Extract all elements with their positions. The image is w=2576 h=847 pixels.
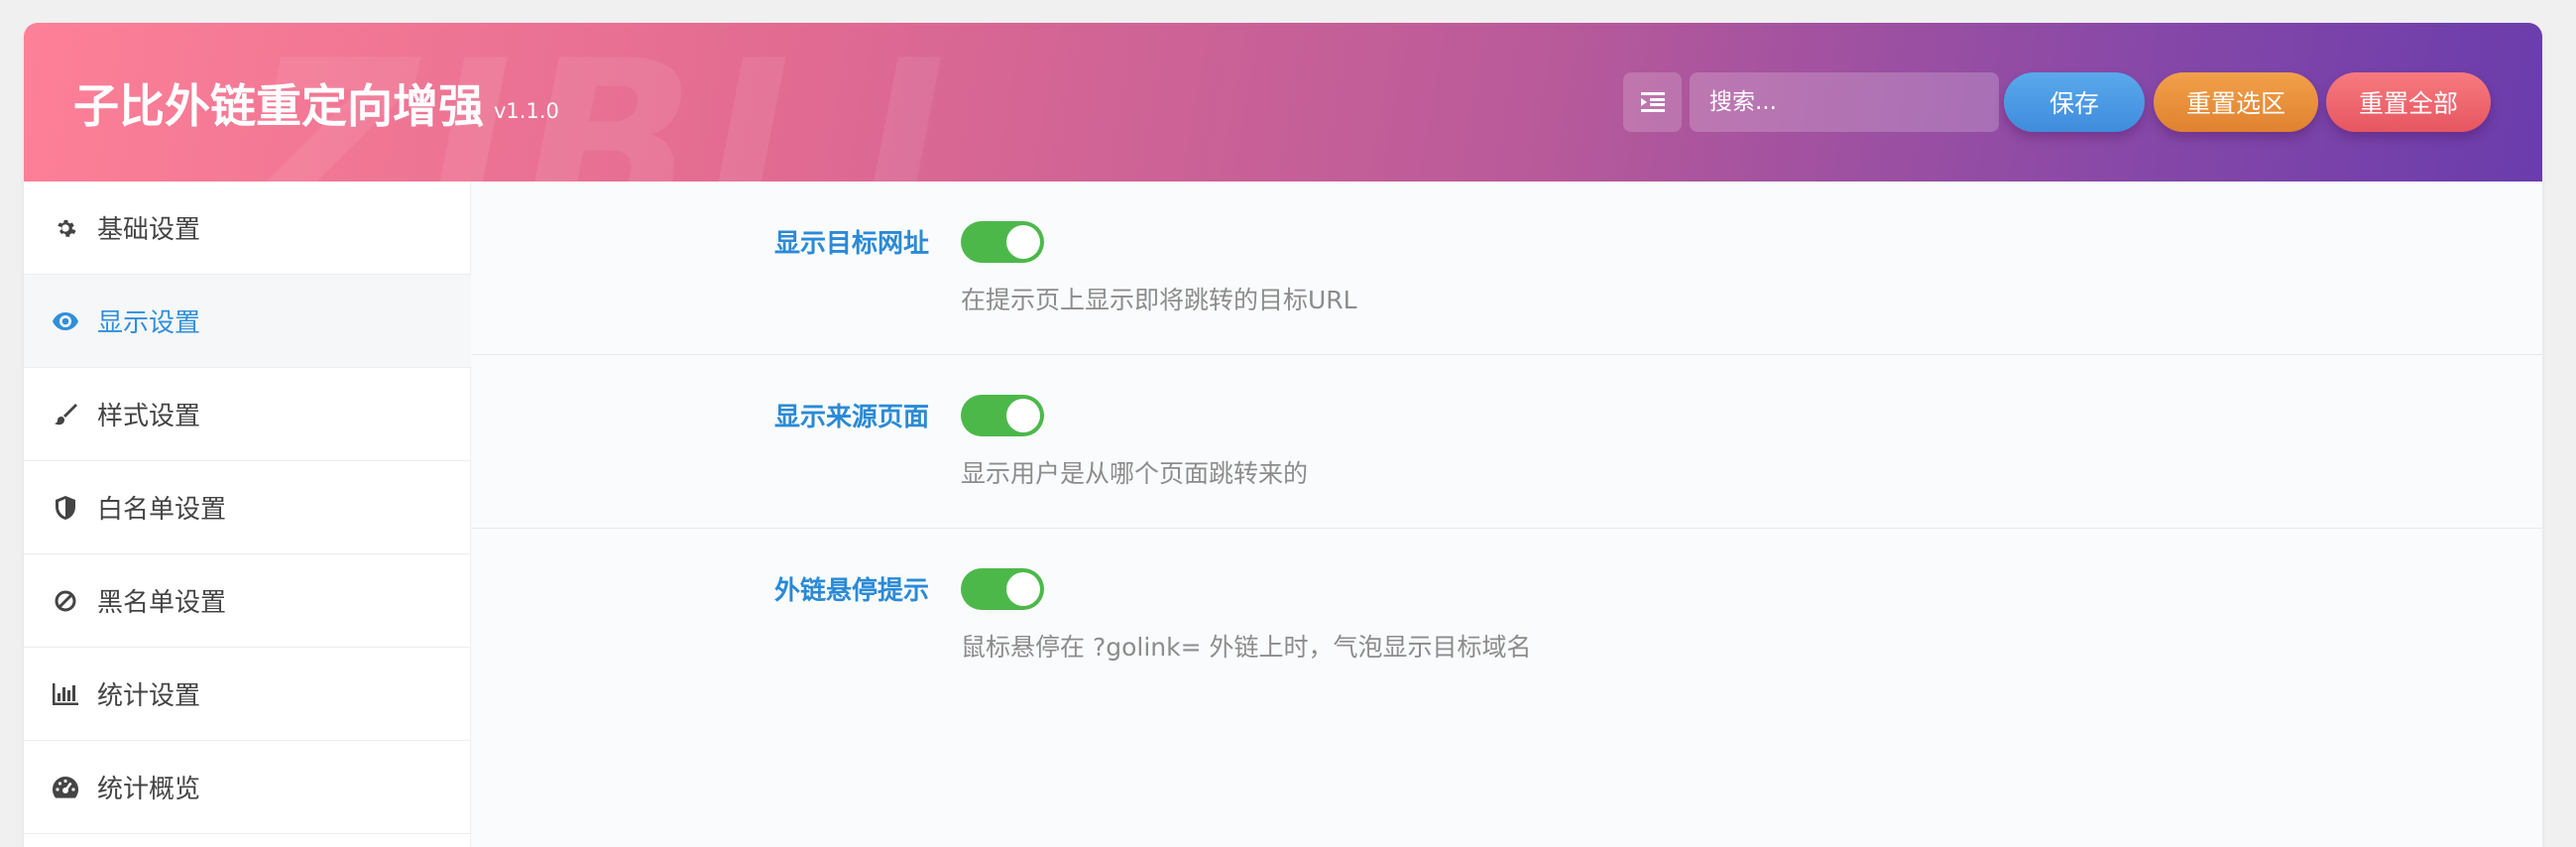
sidebar-item-stats-overview[interactable]: 统计概览 — [24, 741, 471, 834]
sidebar-item-label: 基础设置 — [97, 215, 201, 245]
sidebar-item-label: 统计概览 — [97, 775, 201, 804]
sidebar-item-label: 样式设置 — [97, 402, 201, 431]
plugin-title: 子比外链重定向增强 — [73, 79, 484, 133]
eye-icon — [52, 307, 79, 335]
setting-label: 外链悬停提示 — [773, 576, 929, 606]
setting-row-link-hover-tip: 外链悬停提示 鼠标悬停在 ?golink= 外链上时，气泡显示目标域名 — [472, 529, 2542, 702]
save-button[interactable]: 保存 — [2004, 72, 2145, 132]
setting-description: 显示用户是从哪个页面跳转来的 — [961, 459, 1309, 488]
show-target-url-toggle[interactable] — [961, 221, 1044, 263]
page-title: 子比外链重定向增强 v1.1.0 — [73, 70, 559, 136]
setting-row-show-source-page: 显示来源页面 显示用户是从哪个页面跳转来的 — [472, 355, 2542, 529]
link-hover-tip-toggle[interactable] — [961, 568, 1044, 610]
shield-icon — [52, 494, 79, 522]
setting-description: 鼠标悬停在 ?golink= 外链上时，气泡显示目标域名 — [961, 633, 1532, 662]
toggle-knob — [1006, 572, 1040, 606]
gear-icon — [52, 214, 79, 242]
bar-chart-icon — [52, 680, 79, 708]
brush-icon — [52, 401, 79, 428]
toggle-knob — [1006, 225, 1040, 259]
collapse-sidebar-button[interactable] — [1623, 72, 1682, 132]
sidebar-item-basic[interactable]: 基础设置 — [24, 182, 471, 275]
sidebar-item-label: 显示设置 — [97, 308, 201, 338]
reset-section-button[interactable]: 重置选区 — [2154, 72, 2318, 132]
toggle-knob — [1006, 399, 1040, 432]
sidebar-item-label: 黑名单设置 — [97, 588, 227, 618]
setting-label: 显示来源页面 — [773, 403, 929, 432]
dashboard-icon — [52, 774, 79, 801]
show-source-page-toggle[interactable] — [961, 395, 1044, 436]
sidebar-item-style[interactable]: 样式设置 — [24, 368, 471, 461]
header-bar: ZIBLL 子比外链重定向增强v1.1.0 保存 重置选区 重置全部 — [24, 23, 2542, 182]
sidebar-item-blacklist[interactable]: 黑名单设置 — [24, 554, 471, 648]
settings-content: 显示目标网址 在提示页上显示即将跳转的目标URL 显示来源页面 显示用户是从哪个… — [472, 182, 2542, 847]
reset-all-button[interactable]: 重置全部 — [2326, 72, 2491, 132]
search-input[interactable] — [1690, 72, 1999, 132]
setting-description: 在提示页上显示即将跳转的目标URL — [961, 286, 1357, 314]
setting-row-show-target-url: 显示目标网址 在提示页上显示即将跳转的目标URL — [472, 182, 2542, 355]
settings-panel: ZIBLL 子比外链重定向增强v1.1.0 保存 重置选区 重置全部 基础设置 — [24, 23, 2542, 847]
sidebar-item-display[interactable]: 显示设置 — [24, 275, 471, 368]
setting-label: 显示目标网址 — [773, 229, 929, 259]
sidebar-item-label: 统计设置 — [97, 681, 201, 711]
sidebar-item-label: 白名单设置 — [97, 495, 227, 525]
ban-icon — [52, 587, 79, 615]
sidebar-item-stats-settings[interactable]: 统计设置 — [24, 648, 471, 741]
indent-icon — [1640, 92, 1665, 112]
sidebar-item-whitelist[interactable]: 白名单设置 — [24, 461, 471, 554]
version-label: v1.1.0 — [494, 99, 559, 123]
sidebar-nav: 基础设置 显示设置 样式设置 白名单设置 黑名单设置 统计设置 统计概览 — [24, 182, 471, 847]
